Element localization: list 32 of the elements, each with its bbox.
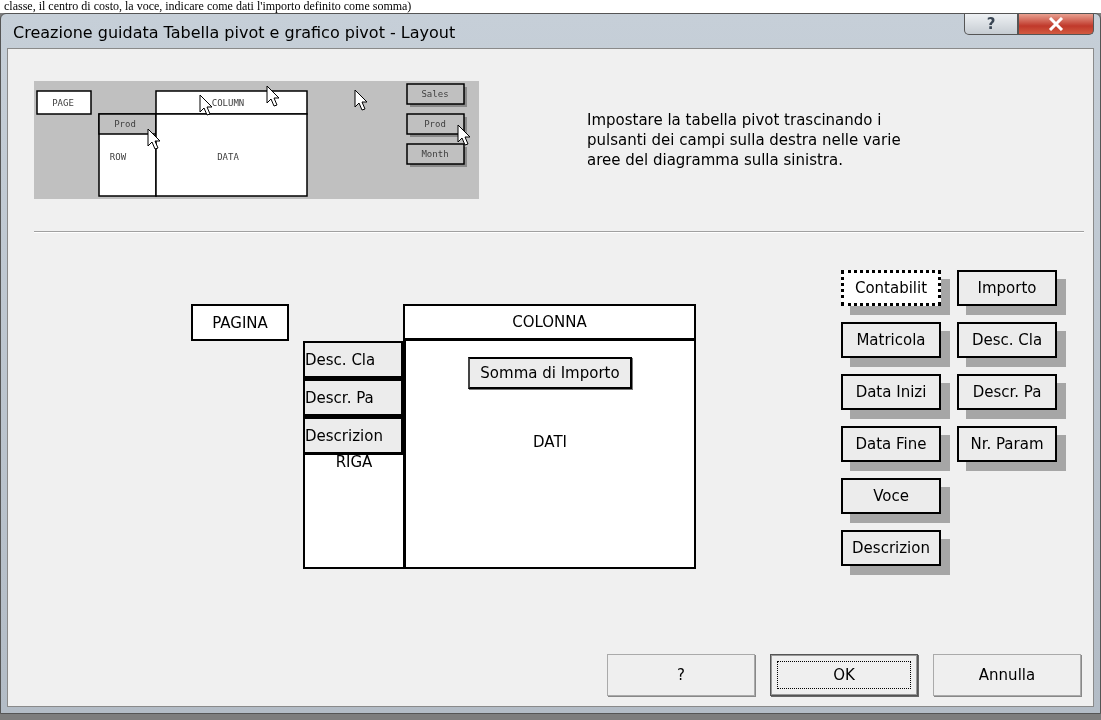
preview-label: Prod [114,119,136,129]
column-area: COLONNA [403,304,696,341]
preview-label: DATA [217,152,239,162]
row-area-label: RIGA [335,453,373,471]
preview-label: PAGE [52,98,74,108]
preview-label: Prod [424,119,446,129]
dialog-button[interactable]: OK [770,654,918,696]
cut-text: classe, il centro di costo, la voce, indicare come dati l'importo definito come somma) [3,0,412,13]
preview-label: ROW [109,152,127,162]
close-button[interactable] [1018,14,1094,35]
preview-page-slot [36,90,92,115]
row-field-button[interactable]: Desc. Cla [303,341,403,379]
page-area: PAGINA [191,304,289,341]
preview-row-field [98,113,157,135]
data-area-label: DATI [533,433,567,451]
cursor-icon [354,89,368,111]
cursor-icon [266,85,280,107]
close-icon [1048,17,1064,31]
row-field-button[interactable]: Descrizion [303,417,403,455]
window-title: Creazione guidata Tabella pivot e grafico pivot - Layout [12,22,457,42]
dialog-button[interactable]: ? [607,654,755,696]
dialog-button[interactable]: Annulla [933,654,1081,696]
cursor-icon [199,94,213,116]
cursor-icon [457,124,471,146]
cursor-icon [147,128,161,150]
preview-label: COLUMN [211,98,245,108]
data-field-button[interactable]: Somma di Importo [468,357,632,389]
preview-label: Sales [421,89,449,99]
preview-label: Month [421,149,449,159]
row-field-button[interactable]: Descr. Pa [303,379,403,417]
help-button[interactable]: ? [964,14,1018,35]
instructions-text: Impostare la tabella pivot trascinando i pulsanti dei campi sulla destra nelle varie aree del diagramma sulla sinistra. [587,110,902,170]
